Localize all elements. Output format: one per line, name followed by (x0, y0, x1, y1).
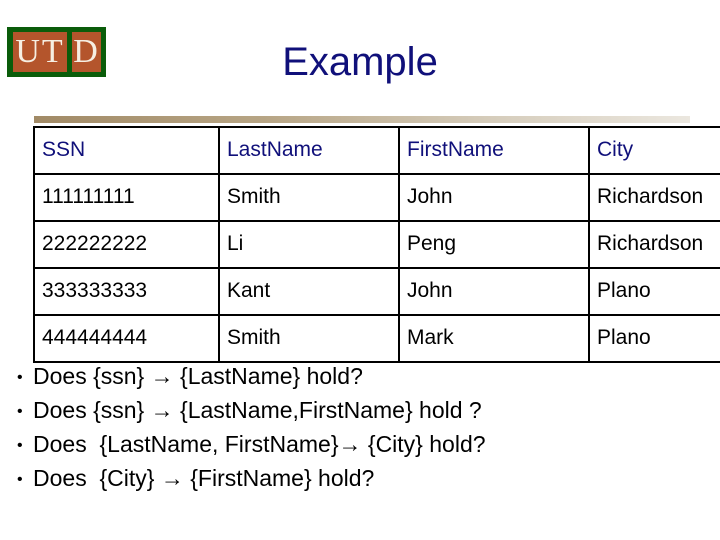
question-text: Does {LastName, FirstName}→ {City} hold? (33, 431, 486, 457)
column-header-city: City (588, 126, 720, 175)
column-header-last-name: LastName (218, 126, 400, 175)
cell-last-name: Kant (218, 267, 400, 316)
list-item: • Does {ssn} → {LastName} hold? (17, 360, 707, 394)
bullet-icon: • (17, 471, 23, 488)
bullet-icon: • (17, 403, 23, 420)
bullet-icon: • (17, 437, 23, 454)
cell-last-name: Li (218, 220, 400, 269)
cell-last-name: Smith (218, 173, 400, 222)
column-header-ssn: SSN (33, 126, 220, 175)
accent-bar (34, 116, 690, 123)
cell-city: Plano (588, 267, 720, 316)
table-row: 333333333 Kant John Plano (33, 267, 720, 316)
cell-ssn: 444444444 (33, 314, 220, 363)
table-row: 111111111 Smith John Richardson (33, 173, 720, 222)
page-title: Example (282, 40, 438, 84)
cell-ssn: 222222222 (33, 220, 220, 269)
cell-first-name: John (398, 267, 590, 316)
table-header-row: SSN LastName FirstName City (33, 126, 720, 175)
table-row: 222222222 Li Peng Richardson (33, 220, 720, 269)
column-header-first-name: FirstName (398, 126, 590, 175)
cell-first-name: Mark (398, 314, 590, 363)
relation-table: SSN LastName FirstName City 111111111 Sm… (33, 126, 720, 363)
cell-last-name: Smith (218, 314, 400, 363)
list-item: • Does {City} → {FirstName} hold? (17, 462, 707, 496)
cell-first-name: John (398, 173, 590, 222)
question-text: Does {City} → {FirstName} hold? (33, 465, 375, 491)
list-item: • Does {LastName, FirstName}→ {City} hold… (17, 428, 707, 462)
question-text: Does {ssn} → {LastName} hold? (33, 363, 363, 389)
cell-city: Richardson (588, 173, 720, 222)
cell-ssn: 333333333 (33, 267, 220, 316)
cell-city: Plano (588, 314, 720, 363)
table-row: 444444444 Smith Mark Plano (33, 314, 720, 363)
bullet-icon: • (17, 369, 23, 386)
question-list: • Does {ssn} → {LastName} hold? • Does {ss… (17, 360, 707, 496)
question-text: Does {ssn} → {LastName,FirstName} hold ? (33, 397, 482, 423)
cell-city: Richardson (588, 220, 720, 269)
cell-ssn: 111111111 (33, 173, 220, 222)
list-item: • Does {ssn} → {LastName,FirstName} hold … (17, 394, 707, 428)
cell-first-name: Peng (398, 220, 590, 269)
